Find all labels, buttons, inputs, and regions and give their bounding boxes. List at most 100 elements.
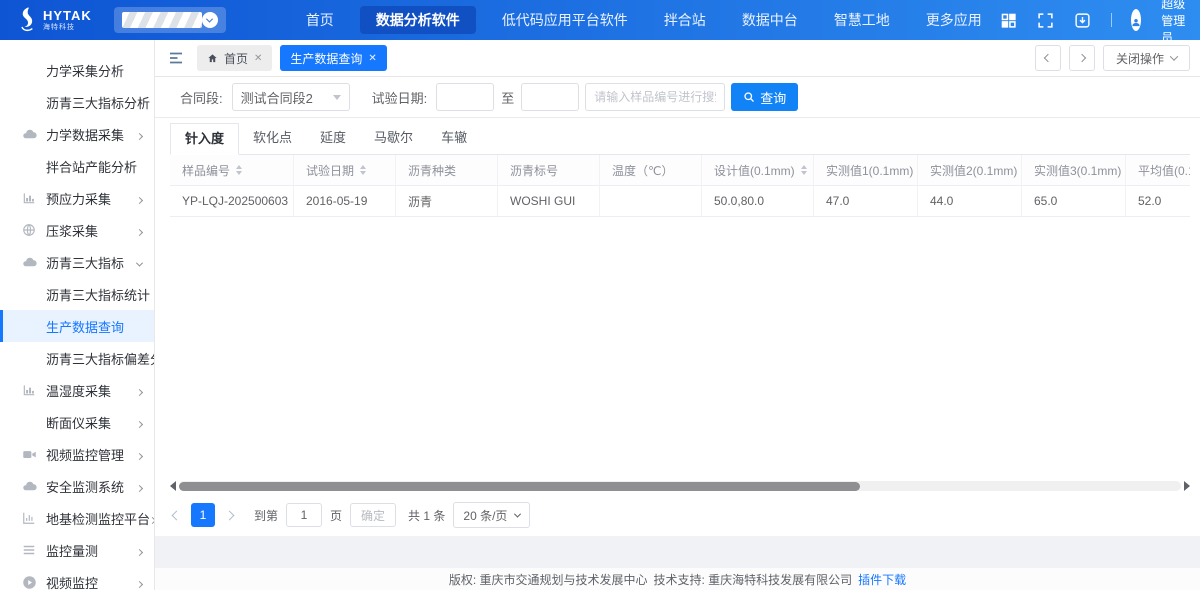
app-window: HYTAK 海特科技 首页 数据分析软件 低代码应用平台软件 拌合站 数据中台 …: [0, 0, 1200, 590]
sidebar-item-production-data-query[interactable]: 生产数据查询: [0, 310, 154, 342]
scrollbar-track[interactable]: [179, 481, 1181, 491]
sidebar-item-asphalt-three[interactable]: 沥青三大指标: [0, 246, 154, 278]
horizontal-scrollbar: [170, 480, 1190, 492]
sidebar-item-mechanics-collect[interactable]: 力学数据采集: [0, 118, 154, 150]
data-table: 样品编号 试验日期 沥青种类 沥青标号: [170, 155, 1190, 217]
cell-asphalt-type: 沥青: [396, 186, 498, 217]
search-icon: [743, 91, 755, 103]
footer: 版权: 重庆市交通规划与技术发展中心 技术支持: 重庆海特科技发展有限公司 插件…: [155, 568, 1200, 590]
prev-page-button[interactable]: [170, 512, 183, 519]
sort-icon[interactable]: [801, 165, 807, 175]
main-area: 首页 ✕ 生产数据查询 ✕ 关闭操作 合同段: 测试合同段2: [155, 40, 1200, 590]
sort-icon[interactable]: [360, 165, 366, 175]
cell-average: 52.0: [1126, 186, 1190, 217]
close-operations-button[interactable]: 关闭操作: [1103, 45, 1190, 71]
sidebar-item-safety-monitoring[interactable]: 安全监测系统: [0, 470, 154, 502]
empty-space: [170, 217, 1190, 480]
selector-dropdown-icon[interactable]: [202, 12, 218, 28]
sort-icon[interactable]: [236, 165, 242, 175]
apps-grid-icon[interactable]: [1000, 12, 1017, 29]
tab-ductility[interactable]: 延度: [306, 123, 360, 154]
date-to-input[interactable]: [521, 83, 579, 111]
chevron-down-icon: [1170, 52, 1178, 60]
page-number-button[interactable]: 1: [191, 503, 215, 527]
nav-item-data-center[interactable]: 数据中台: [724, 0, 816, 40]
page-tab-production-data-query[interactable]: 生产数据查询 ✕: [280, 45, 386, 71]
col-header-measured-1: 实测值1(0.1mm): [814, 155, 918, 186]
contract-label: 合同段:: [180, 88, 223, 107]
project-selector[interactable]: [114, 7, 226, 33]
sidebar-item-video-surveillance-mgmt[interactable]: 视频监控管理: [0, 438, 154, 470]
scrollbar-thumb[interactable]: [179, 482, 860, 491]
next-page-button[interactable]: [223, 512, 236, 519]
cell-measured-1: 47.0: [814, 186, 918, 217]
nav-item-lowcode-platform[interactable]: 低代码应用平台软件: [484, 0, 646, 40]
support-text: 技术支持: 重庆海特科技发展有限公司: [653, 571, 852, 588]
brand-name: HYTAK: [43, 9, 92, 22]
table-row[interactable]: YP-LQJ-202500603 2016-05-19 沥青 WOSHI GUI…: [170, 186, 1190, 217]
sidebar-item-foundation-monitoring[interactable]: 地基检测监控平台: [0, 502, 154, 534]
tab-penetration[interactable]: 针入度: [170, 123, 239, 155]
sidebar-item-profiler-collect[interactable]: 断面仪采集: [0, 406, 154, 438]
main-navigation: 首页 数据分析软件 低代码应用平台软件 拌合站 数据中台 智慧工地 更多应用: [288, 0, 1000, 40]
sidebar-item-mixing-capacity[interactable]: 拌合站产能分析: [0, 150, 154, 182]
nav-item-data-analysis[interactable]: 数据分析软件: [360, 6, 476, 34]
confirm-jump-button[interactable]: 确定: [350, 503, 396, 527]
close-tab-icon[interactable]: ✕: [368, 53, 376, 64]
nav-item-smart-site[interactable]: 智慧工地: [816, 0, 908, 40]
cell-sample-id: YP-LQJ-202500603: [170, 186, 294, 217]
table-header-row: 样品编号 试验日期 沥青种类 沥青标号: [170, 155, 1190, 186]
user-name[interactable]: 超级管理员: [1161, 0, 1188, 46]
sidebar-item-mechanics-analysis[interactable]: 力学采集分析: [0, 54, 154, 86]
chevron-down-icon: [333, 95, 341, 100]
date-from-input[interactable]: [436, 83, 494, 111]
logo-icon: [16, 6, 38, 34]
scroll-left-arrow-icon[interactable]: [170, 481, 176, 491]
video-camera-icon: [22, 447, 37, 462]
col-header-sample-id[interactable]: 样品编号: [170, 155, 294, 186]
sidebar-item-prestress-collect[interactable]: 预应力采集: [0, 182, 154, 214]
window-tabbar: 首页 ✕ 生产数据查询 ✕ 关闭操作: [155, 40, 1200, 77]
tab-rutting[interactable]: 车辙: [427, 123, 481, 154]
expand-arrow-icon: [137, 543, 142, 558]
col-header-design-value[interactable]: 设计值(0.1mm): [702, 155, 814, 186]
fullscreen-icon[interactable]: [1037, 12, 1054, 29]
expand-arrow-icon: [137, 191, 142, 206]
tab-marshall[interactable]: 马歇尔: [360, 123, 427, 154]
tabs-scroll-right-button[interactable]: [1069, 45, 1095, 71]
page-tab-home[interactable]: 首页 ✕: [197, 45, 272, 71]
sidebar-item-asphalt-three-analysis[interactable]: 沥青三大指标分析: [0, 86, 154, 118]
tabs-scroll-left-button[interactable]: [1035, 45, 1061, 71]
query-button[interactable]: 查询: [731, 83, 798, 111]
contract-select[interactable]: 测试合同段2: [232, 83, 350, 111]
test-type-tabs: 针入度 软化点 延度 马歇尔 车辙: [170, 123, 1190, 155]
sidebar-item-grouting-collect[interactable]: 压浆采集: [0, 214, 154, 246]
jump-page-input[interactable]: [286, 503, 322, 527]
collapse-sidebar-icon[interactable]: [167, 49, 185, 67]
expand-arrow-icon: [137, 383, 142, 398]
cell-measured-3: 65.0: [1022, 186, 1126, 217]
pagination: 1 到第 页 确定 共 1 条 20 条/页: [170, 494, 1190, 536]
user-avatar[interactable]: [1131, 9, 1141, 31]
sample-search-input[interactable]: [585, 83, 725, 111]
brand-subtitle: 海特科技: [43, 24, 92, 31]
sidebar-item-asphalt-three-stats[interactable]: 沥青三大指标统计: [0, 278, 154, 310]
nav-item-mixing-station[interactable]: 拌合站: [646, 0, 724, 40]
nav-item-home[interactable]: 首页: [288, 0, 352, 40]
sidebar: 力学采集分析 沥青三大指标分析 力学数据采集 拌合站产能分析 预应力采集: [0, 40, 155, 590]
col-header-test-date[interactable]: 试验日期: [294, 155, 396, 186]
cell-asphalt-grade: WOSHI GUI: [498, 186, 600, 217]
sidebar-item-video-surveillance[interactable]: 视频监控: [0, 566, 154, 590]
page-size-select[interactable]: 20 条/页: [453, 502, 530, 528]
tab-softening-point[interactable]: 软化点: [239, 123, 306, 154]
nav-item-more-apps[interactable]: 更多应用: [908, 0, 1000, 40]
cell-design-value: 50.0,80.0: [702, 186, 814, 217]
sidebar-item-asphalt-deviation-analysis[interactable]: 沥青三大指标偏差分析: [0, 342, 154, 374]
scroll-right-arrow-icon[interactable]: [1184, 481, 1190, 491]
sidebar-item-monitoring-measurement[interactable]: 监控量测: [0, 534, 154, 566]
sidebar-item-temp-humidity-collect[interactable]: 温湿度采集: [0, 374, 154, 406]
download-box-icon[interactable]: [1074, 12, 1091, 29]
close-tab-icon[interactable]: ✕: [254, 53, 262, 64]
col-header-measured-2: 实测值2(0.1mm): [918, 155, 1022, 186]
plugin-download-link[interactable]: 插件下载: [858, 571, 906, 588]
